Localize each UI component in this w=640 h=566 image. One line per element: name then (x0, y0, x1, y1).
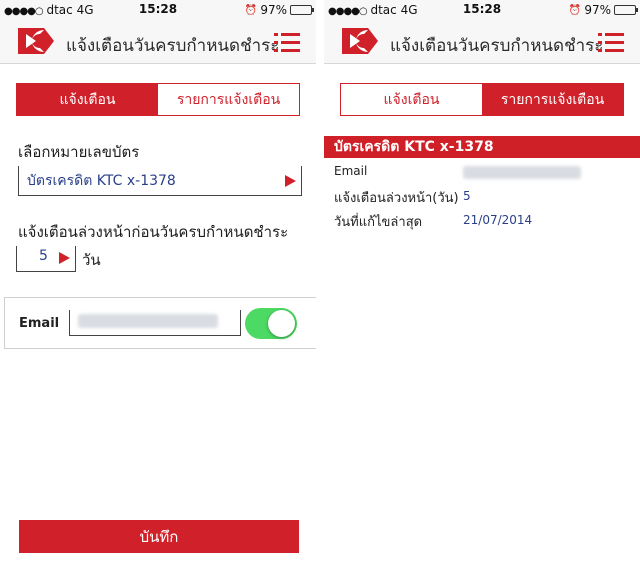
card-section-header: บัตรเครดิต KTC x-1378 (324, 136, 640, 158)
alarm-icon: ⏰ (244, 4, 258, 16)
redacted-email (463, 166, 581, 179)
email-label: Email (19, 316, 60, 331)
tab-notify[interactable]: แจ้งเตือน (17, 84, 158, 115)
card-select-value: บัตรเครดิต KTC x-1378 (27, 173, 176, 189)
arrow-right-icon (59, 252, 70, 264)
battery-icon (614, 5, 638, 15)
ktc-logo-icon (18, 28, 54, 54)
detail-label-email: Email (334, 164, 368, 178)
save-button[interactable]: บันทึก (19, 520, 299, 553)
segmented-tabs: แจ้งเตือน รายการแจ้งเตือน (340, 83, 624, 116)
detail-label-advance-days: แจ้งเตือนล่วงหน้า(วัน) (334, 191, 459, 206)
email-field[interactable] (69, 310, 241, 336)
status-bar: ●●●●○ dtac 4G 15:28 ⏰ 97% (0, 0, 316, 20)
battery-percent: 97% (260, 3, 287, 17)
screen-divider (316, 0, 324, 566)
hamburger-menu-icon[interactable] (598, 33, 624, 53)
alarm-icon: ⏰ (568, 4, 582, 16)
email-row: Email (4, 297, 316, 349)
card-select-label: เลือกหมายเลขบัตร (18, 143, 140, 161)
advance-label: แจ้งเตือนล่วงหน้าก่อนวันครบกำหนดชำระ (18, 223, 289, 241)
detail-label-last-modified: วันที่แก้ไขล่าสุด (334, 215, 423, 230)
status-right: ⏰ 97% (568, 3, 638, 17)
status-bar: ●●●●○ dtac 4G 15:28 ⏰ 97% (324, 0, 640, 20)
battery-icon (290, 5, 314, 15)
detail-value-advance-days: 5 (463, 189, 471, 203)
status-right: ⏰ 97% (244, 3, 314, 17)
tab-notify-list[interactable]: รายการแจ้งเตือน (482, 84, 623, 115)
hamburger-menu-icon[interactable] (274, 33, 300, 53)
arrow-right-icon (285, 175, 296, 187)
page-title: แจ้งเตือนวันครบกำหนดชำระ (390, 36, 604, 56)
days-select[interactable]: 5 (16, 246, 76, 272)
email-toggle[interactable] (245, 308, 297, 339)
nav-bar: แจ้งเตือนวันครบกำหนดชำระ (0, 20, 316, 64)
ktc-logo-icon (342, 28, 378, 54)
card-select[interactable]: บัตรเครดิต KTC x-1378 (18, 166, 302, 196)
battery-percent: 97% (584, 3, 611, 17)
detail-value-last-modified: 21/07/2014 (463, 213, 533, 227)
redacted-email (78, 314, 218, 328)
page-title: แจ้งเตือนวันครบกำหนดชำระ (66, 36, 280, 56)
tab-notify[interactable]: แจ้งเตือน (341, 84, 482, 115)
notify-list-screen: ●●●●○ dtac 4G 15:28 ⏰ 97% แจ้งเตือนวันคร… (324, 0, 640, 566)
days-value: 5 (39, 248, 48, 264)
nav-bar: แจ้งเตือนวันครบกำหนดชำระ (324, 20, 640, 64)
segmented-tabs: แจ้งเตือน รายการแจ้งเตือน (16, 83, 300, 116)
days-unit: วัน (82, 251, 101, 269)
settings-screen: ●●●●○ dtac 4G 15:28 ⏰ 97% แจ้งเตือนวันคร… (0, 0, 316, 566)
top-bar: ●●●●○ dtac 4G 15:28 ⏰ 97% แจ้งเตือนวันคร… (324, 0, 640, 64)
top-bar: ●●●●○ dtac 4G 15:28 ⏰ 97% แจ้งเตือนวันคร… (0, 0, 316, 64)
tab-notify-list[interactable]: รายการแจ้งเตือน (158, 84, 299, 115)
toggle-knob (268, 310, 295, 337)
